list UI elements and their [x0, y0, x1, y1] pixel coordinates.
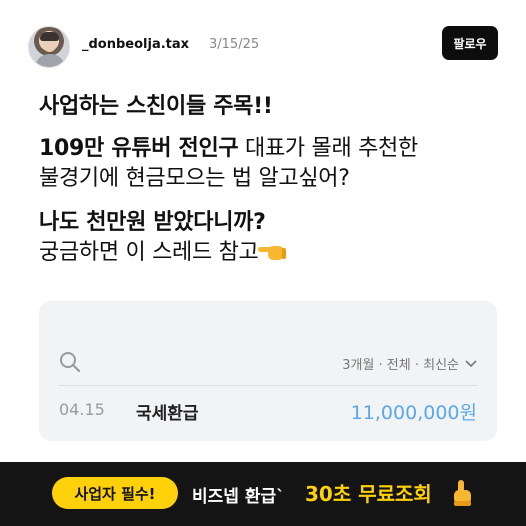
username[interactable]: _donbeolja.tax [82, 37, 189, 52]
filter-dropdown[interactable]: 3개월 · 전체 · 최신순 [342, 354, 477, 373]
post-line-2: 109만 유튜버 전인구 대표가 몰래 추천한 [39, 134, 509, 164]
promo-pill: 사업자 필수! [52, 477, 178, 509]
promo-text: 비즈넵 환급` [192, 487, 285, 507]
post-line-5: 궁금하면 이 스레드 참고 [39, 238, 509, 268]
post-line-4-bold: 나도 천만원 받았다니까? [39, 210, 266, 235]
refund-amount: 11,000,000원 [350, 402, 477, 424]
refund-title: 국세환급 [136, 404, 199, 424]
promo-banner[interactable]: 사업자 필수! 비즈넵 환급` 30초 무료조회 [0, 462, 526, 526]
refund-card: 3개월 · 전체 · 최신순 04.15 국세환급 11,000,000원 [39, 301, 497, 441]
post-line-3: 불경기에 현금모으는 법 알고싶어? [39, 164, 509, 194]
pointing-right-emoji [258, 243, 287, 261]
post-line-2-regular: 대표가 몰래 추천한 [238, 136, 418, 161]
refund-date: 04.15 [59, 400, 105, 419]
pointing-up-hand-icon [454, 480, 471, 506]
post-line-1: 사업하는 스친이들 주목!! [39, 92, 509, 122]
filter-label: 3개월 · 전체 · 최신순 [342, 358, 459, 373]
avatar-hair [40, 32, 59, 41]
promo-highlight: 30초 무료조회 [305, 482, 432, 506]
follow-button[interactable]: 팔로우 [442, 26, 498, 60]
post-line-3-regular: 불경기에 현금모으는 법 알고싶어? [39, 166, 350, 191]
post-date: 3/15/25 [209, 37, 260, 52]
post-line-2-bold: 109만 유튜버 전인구 [39, 136, 239, 161]
post-line-4: 나도 천만원 받았다니까? [39, 208, 509, 238]
post-line-1-bold: 사업하는 스친이들 주목!! [39, 94, 273, 119]
post-body: 사업하는 스친이들 주목!! 109만 유튜버 전인구 대표가 몰래 추천한 불… [39, 92, 509, 268]
post-line-5-regular: 궁금하면 이 스레드 참고 [39, 240, 259, 265]
card-divider [59, 385, 477, 386]
avatar[interactable] [28, 26, 70, 68]
post-header: _donbeolja.tax 3/15/25 팔로우 [28, 26, 498, 70]
avatar-body [35, 54, 65, 67]
chevron-down-icon [465, 359, 477, 367]
search-icon[interactable] [59, 351, 81, 373]
